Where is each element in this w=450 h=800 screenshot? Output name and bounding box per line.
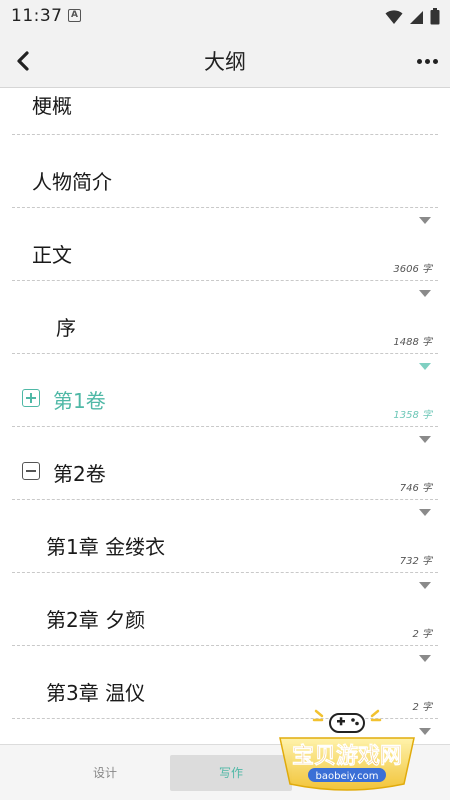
caret-down-icon[interactable] [419,582,431,589]
expand-icon[interactable] [22,389,40,407]
watermark-title: 宝贝游戏网 [292,743,402,769]
gamepad-logo-icon: 宝贝游戏网 baobeiy.com [279,709,415,791]
notification-icon: A [68,9,81,22]
word-count: 1488 字 [393,337,432,348]
outline-item-label: 人物简介 [32,170,112,194]
watermark-logo: 宝贝游戏网 baobeiy.com [272,706,422,796]
outline-item-chapter-2[interactable]: 第2章 夕颜 2 字 [12,573,438,646]
outline-item-label: 第2卷 [53,462,106,486]
outline-item-label: 第3章 温仪 [46,681,146,705]
status-bar: 11:37 A [0,0,450,34]
battery-icon [430,8,440,25]
page-title: 大纲 [204,50,246,74]
caret-down-icon[interactable] [419,509,431,516]
app-bar: 大纲 [0,34,450,88]
outline-item-volume-1[interactable]: 第1卷 1358 字 [12,354,438,427]
outline-item-label: 第1章 金缕衣 [46,535,166,559]
status-icons [385,8,440,25]
word-count: 746 字 [399,483,432,494]
more-dot-icon [424,58,430,64]
caret-down-icon[interactable] [419,217,431,224]
more-dot-icon [416,58,422,64]
status-time: 11:37 [11,6,63,26]
collapse-icon[interactable] [22,462,40,480]
tab-design[interactable]: 设计 [40,755,170,791]
back-arrow-icon [17,51,29,71]
word-count: 2 字 [412,629,432,640]
caret-down-icon[interactable] [419,363,431,370]
caret-down-icon[interactable] [419,290,431,297]
outline-item-chapter-1[interactable]: 第1章 金缕衣 732 字 [12,500,438,573]
outline-item-label: 梗概 [32,94,72,118]
outline-item-label: 第2章 夕颜 [46,608,146,632]
outline-item-label: 正文 [32,243,72,267]
word-count: 3606 字 [393,264,432,275]
back-button[interactable] [10,47,38,75]
caret-down-icon[interactable] [419,436,431,443]
signal-icon [410,10,423,24]
more-menu-button[interactable] [414,49,440,73]
outline-item-preface[interactable]: 序 1488 字 [12,281,438,354]
more-dot-icon [432,58,438,64]
outline-list: 梗概 人物简介 正文 3606 字 序 1488 字 第1卷 1358 字 第2… [0,88,450,744]
outline-item-volume-2[interactable]: 第2卷 746 字 [12,427,438,500]
watermark-url: baobeiy.com [316,771,379,782]
outline-item-main-text[interactable]: 正文 3606 字 [12,208,438,281]
outline-item-label: 序 [56,316,76,340]
outline-item-label: 第1卷 [53,389,106,413]
outline-item-synopsis[interactable]: 梗概 [12,88,438,135]
word-count: 1358 字 [393,410,432,421]
wifi-icon [385,9,403,24]
word-count: 732 字 [399,556,432,567]
outline-item-characters[interactable]: 人物简介 [12,135,438,208]
caret-down-icon[interactable] [419,655,431,662]
